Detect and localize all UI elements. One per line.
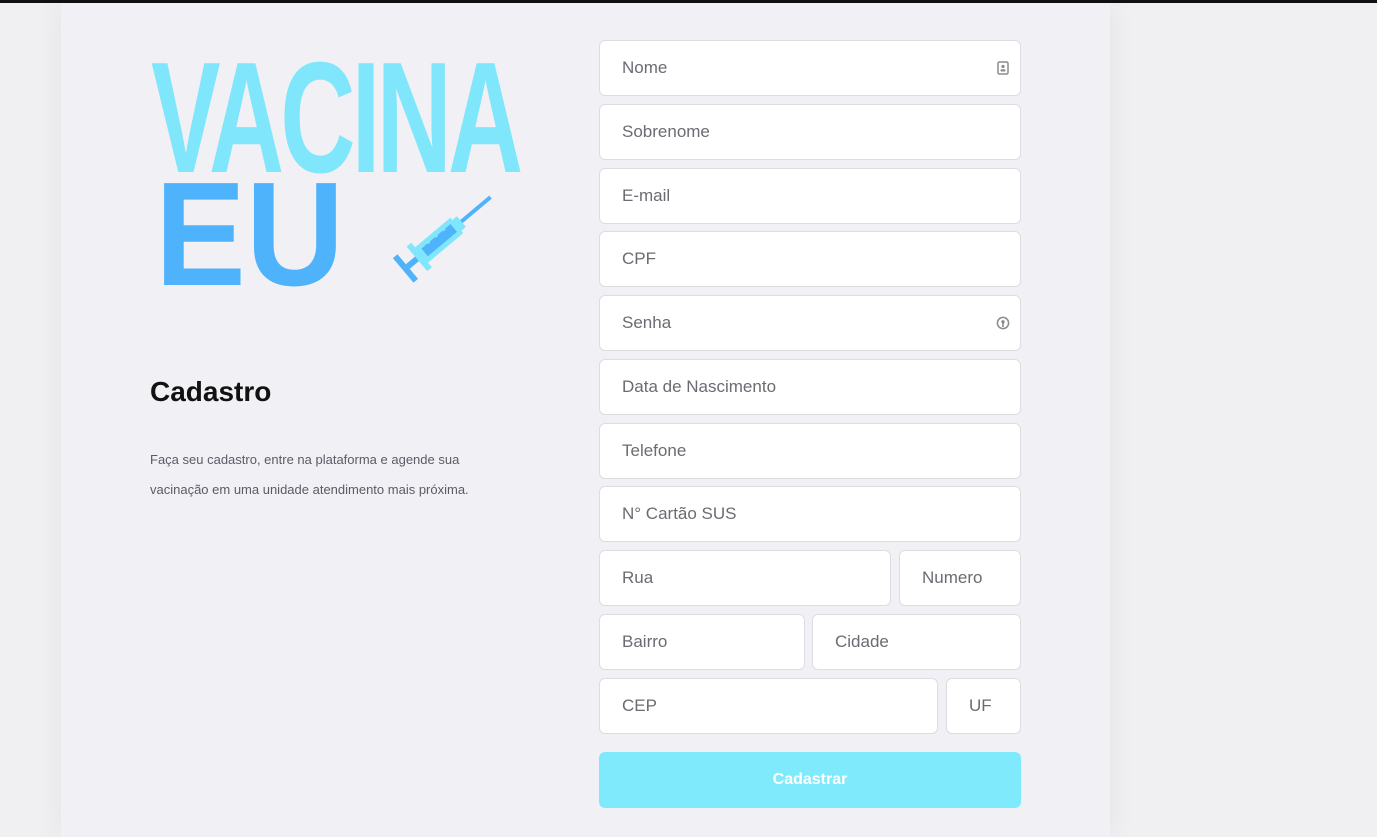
nome-field-wrapper [599,40,1021,96]
logo: VACINA EU [151,39,523,317]
page-title: Cadastro [150,376,272,407]
telefone-field-wrapper [599,423,1021,479]
senha-input[interactable] [600,296,1020,350]
page-description: Faça seu cadastro, entre na plataforma e… [150,452,469,497]
rua-input[interactable] [600,551,890,605]
uf-field-wrapper [946,678,1021,734]
email-field-wrapper [599,168,1021,224]
bairro-field-wrapper [599,614,805,670]
nome-input[interactable] [600,41,1020,95]
nascimento-input[interactable] [600,360,1020,414]
rua-field-wrapper [599,550,891,606]
numero-input[interactable] [900,551,1020,605]
email-input[interactable] [600,169,1020,223]
nascimento-field-wrapper [599,359,1021,415]
cep-field-wrapper [599,678,938,734]
cpf-field-wrapper [599,231,1021,287]
password-key-icon[interactable] [996,316,1010,330]
senha-field-wrapper [599,295,1021,351]
cartao-sus-field-wrapper [599,486,1021,542]
cartao-sus-input[interactable] [600,487,1020,541]
sobrenome-field-wrapper [599,104,1021,160]
sobrenome-input[interactable] [600,105,1020,159]
contact-card-icon[interactable] [996,61,1010,75]
cpf-input[interactable] [600,232,1020,286]
cidade-input[interactable] [813,615,1020,669]
bairro-input[interactable] [600,615,804,669]
numero-field-wrapper [899,550,1021,606]
signup-card: VACINA EU Cadastro Faça seu cadastro, en… [61,3,1110,837]
cep-input[interactable] [600,679,937,733]
cidade-field-wrapper [812,614,1021,670]
syringe-icon [392,195,492,283]
uf-input[interactable] [947,679,1020,733]
logo-text-eu: EU [155,152,345,317]
telefone-input[interactable] [600,424,1020,478]
cadastrar-button[interactable]: Cadastrar [599,752,1021,808]
